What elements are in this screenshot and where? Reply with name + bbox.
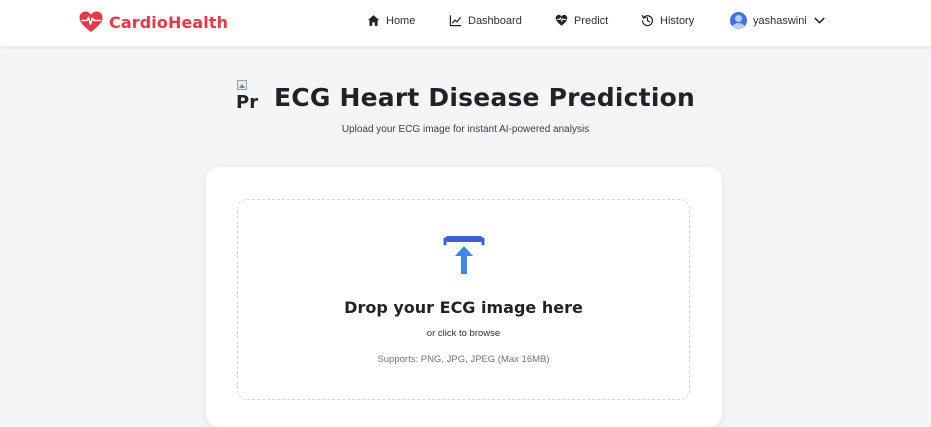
nav-history-label: History: [660, 14, 695, 27]
broken-image-icon: [237, 80, 248, 90]
upload-card: Drop your ECG image here or click to bro…: [206, 167, 722, 427]
nav-predict-label: Predict: [574, 14, 609, 27]
avatar: [730, 12, 747, 29]
history-icon: [641, 15, 654, 27]
browse-link[interactable]: or click to browse: [238, 328, 689, 339]
page-header: Pr ECG Heart Disease Prediction: [0, 80, 931, 114]
nav-dashboard[interactable]: Dashboard: [449, 14, 522, 27]
nav-dashboard-label: Dashboard: [468, 14, 522, 27]
ecg-dropzone[interactable]: Drop your ECG image here or click to bro…: [237, 199, 690, 400]
nav-predict[interactable]: Predict: [555, 14, 608, 27]
dropzone-title: Drop your ECG image here: [344, 298, 583, 317]
page-title: ECG Heart Disease Prediction: [274, 82, 695, 112]
image-alt-text: Pr: [236, 92, 259, 113]
chart-line-icon: [449, 15, 462, 27]
user-name: yashaswini: [753, 14, 807, 27]
broken-image: Pr: [236, 80, 266, 114]
page-subtitle: Upload your ECG image for instant AI-pow…: [341, 124, 590, 135]
heartbeat-icon: [555, 14, 568, 26]
navbar: CardioHealth Home Dashboard Predict Hist…: [0, 0, 931, 47]
supported-formats: Supports: PNG, JPG, JPEG (Max 16MB): [377, 354, 550, 365]
upload-icon: [443, 236, 485, 274]
nav-links: Home Dashboard Predict History yashaswin…: [0, 0, 931, 46]
user-menu[interactable]: yashaswini: [730, 12, 826, 29]
chevron-down-icon: [814, 17, 825, 24]
nav-home[interactable]: Home: [367, 14, 415, 27]
nav-home-label: Home: [386, 14, 416, 27]
home-icon: [367, 15, 380, 26]
nav-history[interactable]: History: [641, 14, 694, 27]
